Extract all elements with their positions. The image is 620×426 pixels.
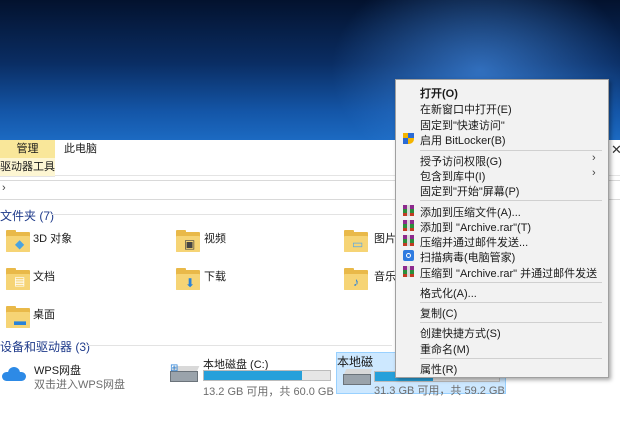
menu-separator bbox=[420, 302, 602, 303]
menu-item-add-archive-rar[interactable]: 添加到 "Archive.rar"(T) bbox=[396, 218, 608, 234]
drive-c[interactable]: ⊞ 本地磁盘 (C:) 13.2 GB 可用，共 60.0 GB bbox=[166, 354, 336, 398]
menu-item-compress-email[interactable]: 压缩并通过邮件发送... bbox=[396, 233, 608, 249]
documents-icon: ▤ bbox=[6, 268, 30, 290]
winrar-icon bbox=[403, 205, 414, 216]
shield-icon bbox=[403, 133, 414, 144]
chevron-right-icon[interactable]: › bbox=[2, 182, 6, 194]
chevron-right-icon: › bbox=[592, 152, 596, 164]
cloud-icon bbox=[2, 366, 26, 381]
menu-separator bbox=[420, 200, 602, 201]
menu-item-label: 重命名(M) bbox=[420, 344, 470, 356]
folder-label: 图片 bbox=[374, 233, 396, 245]
winrar-icon bbox=[403, 220, 414, 231]
folder-desktop[interactable]: ▬ 桌面 bbox=[4, 302, 154, 336]
folder-label: 3D 对象 bbox=[33, 233, 73, 245]
downloads-icon: ⬇ bbox=[176, 268, 200, 290]
menu-item-compress-rar-email[interactable]: 压缩到 "Archive.rar" 并通过邮件发送 bbox=[396, 264, 608, 280]
hard-drive-icon bbox=[343, 369, 373, 385]
section-divider bbox=[82, 345, 392, 346]
tab-drive-tools[interactable]: 驱动器工具 bbox=[0, 158, 55, 177]
menu-separator bbox=[420, 358, 602, 359]
drive-usage-fill bbox=[204, 371, 303, 380]
menu-item-copy[interactable]: 复制(C) bbox=[396, 304, 608, 320]
menu-separator bbox=[420, 150, 602, 151]
menu-item-label: 属性(R) bbox=[420, 364, 458, 376]
menu-item-add-archive[interactable]: 添加到压缩文件(A)... bbox=[396, 203, 608, 219]
drive-subtitle: 双击进入WPS网盘 bbox=[34, 379, 126, 391]
drive-usage-bar bbox=[203, 370, 331, 381]
menu-item-label: 固定到"开始"屏幕(P) bbox=[420, 186, 520, 198]
menu-item-format[interactable]: 格式化(A)... bbox=[396, 284, 608, 300]
videos-icon: ▣ bbox=[176, 230, 200, 252]
windows-logo-icon: ⊞ bbox=[170, 363, 179, 374]
menu-item-scan-virus[interactable]: 扫描病毒(电脑管家) bbox=[396, 248, 608, 264]
menu-separator bbox=[420, 322, 602, 323]
music-icon: ♪ bbox=[344, 268, 368, 290]
folders-section-header[interactable]: 文件夹 (7) bbox=[0, 207, 54, 224]
folder-videos[interactable]: ▣ 视频 bbox=[172, 226, 322, 260]
folder-documents[interactable]: ▤ 文档 bbox=[4, 264, 154, 298]
menu-item-label: 打开(O) bbox=[420, 88, 458, 100]
menu-item-label: 格式化(A)... bbox=[420, 288, 477, 300]
drive-free-space: 13.2 GB 可用，共 60.0 GB bbox=[203, 386, 334, 398]
folder-pictures[interactable]: ▭ 图片 bbox=[340, 226, 396, 260]
close-icon[interactable]: ✕ bbox=[611, 142, 620, 158]
menu-item-pin-quick-access[interactable]: 固定到"快速访问" bbox=[396, 116, 608, 132]
winrar-icon bbox=[403, 235, 414, 246]
menu-item-label: 复制(C) bbox=[420, 308, 458, 320]
folder-3d-objects[interactable]: ◆ 3D 对象 bbox=[4, 226, 154, 260]
drive-wps-cloud[interactable]: WPS网盘 双击进入WPS网盘 bbox=[0, 358, 160, 394]
folder-music[interactable]: ♪ 音乐 bbox=[340, 264, 396, 298]
desktop-folder-icon: ▬ bbox=[6, 306, 30, 328]
tab-this-pc[interactable]: 此电脑 bbox=[64, 140, 97, 158]
context-menu: 打开(O) 在新窗口中打开(E) 固定到"快速访问" 启用 BitLocker(… bbox=[395, 79, 609, 378]
3d-objects-icon: ◆ bbox=[6, 230, 30, 252]
folder-label: 视频 bbox=[204, 233, 226, 245]
scan-icon bbox=[403, 250, 414, 261]
menu-item-label: 扫描病毒(电脑管家) bbox=[420, 252, 516, 264]
section-divider bbox=[52, 214, 392, 215]
tab-manage[interactable]: 管理 bbox=[0, 140, 55, 158]
pictures-icon: ▭ bbox=[344, 230, 368, 252]
menu-item-label: 启用 BitLocker(B) bbox=[420, 135, 506, 147]
folder-label: 音乐 bbox=[374, 271, 396, 283]
menu-item-bitlocker[interactable]: 启用 BitLocker(B) bbox=[396, 131, 608, 147]
menu-item-grant-access[interactable]: 授予访问权限(G) › bbox=[396, 152, 608, 168]
folder-downloads[interactable]: ⬇ 下载 bbox=[172, 264, 322, 298]
menu-item-open[interactable]: 打开(O) bbox=[396, 84, 608, 100]
menu-item-label: 在新窗口中打开(E) bbox=[420, 104, 512, 116]
menu-item-pin-start[interactable]: 固定到"开始"屏幕(P) bbox=[396, 182, 608, 198]
menu-item-label: 创建快捷方式(S) bbox=[420, 328, 501, 340]
devices-section-header[interactable]: 设备和驱动器 (3) bbox=[0, 338, 90, 355]
winrar-icon bbox=[403, 266, 414, 277]
drive-free-space: 31.3 GB 可用，共 59.2 GB bbox=[374, 385, 505, 397]
folder-label: 桌面 bbox=[33, 309, 55, 321]
menu-item-open-new-window[interactable]: 在新窗口中打开(E) bbox=[396, 100, 608, 116]
menu-item-properties[interactable]: 属性(R) bbox=[396, 360, 608, 376]
menu-item-create-shortcut[interactable]: 创建快捷方式(S) bbox=[396, 324, 608, 340]
menu-item-label: 压缩到 "Archive.rar" 并通过邮件发送 bbox=[420, 268, 598, 280]
menu-separator bbox=[420, 282, 602, 283]
chevron-right-icon: › bbox=[592, 167, 596, 179]
menu-item-rename[interactable]: 重命名(M) bbox=[396, 340, 608, 356]
folder-label: 下载 bbox=[204, 271, 226, 283]
folder-label: 文档 bbox=[33, 271, 55, 283]
menu-item-include-library[interactable]: 包含到库中(I) › bbox=[396, 167, 608, 183]
